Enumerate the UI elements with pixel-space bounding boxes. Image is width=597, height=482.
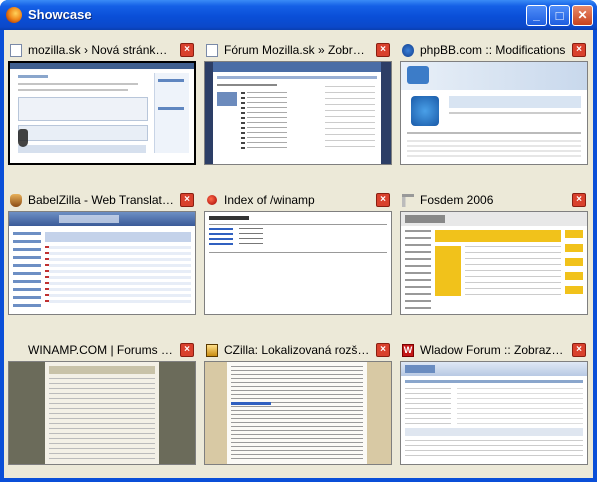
- page-icon: [10, 44, 22, 57]
- page-thumbnail[interactable]: [8, 61, 196, 165]
- page-thumbnail[interactable]: [204, 61, 392, 165]
- tile-fosdem[interactable]: Fosdem 2006 ×: [400, 190, 588, 327]
- tile-header: W Wladow Forum :: Zobraziť ... ×: [400, 340, 588, 360]
- tile-title: CZilla: Lokalizovaná rozšíre...: [224, 343, 370, 357]
- tile-close-button[interactable]: ×: [572, 343, 586, 357]
- tile-close-button[interactable]: ×: [180, 193, 194, 207]
- tile-header: Fórum Mozilla.sk » Zobrazi... ×: [204, 40, 392, 60]
- babelzilla-icon: [10, 194, 22, 207]
- tile-header: Fosdem 2006 ×: [400, 190, 588, 210]
- tile-header: WINAMP.COM | Forums - ... ×: [8, 340, 196, 360]
- tile-header: Index of /winamp ×: [204, 190, 392, 210]
- wladow-icon: W: [402, 344, 414, 357]
- tile-close-button[interactable]: ×: [376, 193, 390, 207]
- showcase-window: Showcase _ □ ✕ mozilla.sk › Nová stránka…: [0, 0, 597, 482]
- title-bar[interactable]: Showcase _ □ ✕: [0, 0, 597, 30]
- czilla-icon: [206, 344, 218, 357]
- page-thumbnail[interactable]: [8, 211, 196, 315]
- tile-header: CZilla: Lokalizovaná rozšíre... ×: [204, 340, 392, 360]
- fosdem-icon: [402, 194, 414, 207]
- tile-title: WINAMP.COM | Forums - ...: [28, 343, 174, 357]
- page-thumbnail[interactable]: [8, 361, 196, 465]
- tile-wladow-forum[interactable]: W Wladow Forum :: Zobraziť ... ×: [400, 340, 588, 477]
- hand-cursor-icon: [18, 129, 28, 147]
- tile-title: BabelZilla - Web Translatio...: [28, 193, 174, 207]
- tile-mozilla-sk[interactable]: mozilla.sk › Nová stránka ... ×: [8, 40, 196, 177]
- page-thumbnail[interactable]: [400, 211, 588, 315]
- window-title: Showcase: [28, 7, 92, 22]
- tile-close-button[interactable]: ×: [180, 43, 194, 57]
- tile-babelzilla[interactable]: BabelZilla - Web Translatio... ×: [8, 190, 196, 327]
- page-thumbnail[interactable]: [204, 361, 392, 465]
- tile-close-button[interactable]: ×: [376, 343, 390, 357]
- tile-phpbb[interactable]: phpBB.com :: Modifications ×: [400, 40, 588, 177]
- tile-title: Fórum Mozilla.sk » Zobrazi...: [224, 43, 370, 57]
- page-thumbnail[interactable]: [204, 211, 392, 315]
- showcase-grid: mozilla.sk › Nová stránka ... × Fórum Mo…: [4, 30, 593, 478]
- red-dot-icon: [207, 195, 217, 205]
- tile-index-winamp[interactable]: Index of /winamp ×: [204, 190, 392, 327]
- tile-title: Fosdem 2006: [420, 193, 494, 207]
- tile-header: mozilla.sk › Nová stránka ... ×: [8, 40, 196, 60]
- phpbb-icon: [402, 44, 414, 57]
- minimize-button[interactable]: _: [526, 5, 547, 26]
- tile-title: Wladow Forum :: Zobraziť ...: [420, 343, 566, 357]
- tile-close-button[interactable]: ×: [572, 193, 586, 207]
- tile-title: Index of /winamp: [224, 193, 315, 207]
- page-icon: [206, 44, 218, 57]
- tile-close-button[interactable]: ×: [376, 43, 390, 57]
- page-thumbnail[interactable]: [400, 61, 588, 165]
- firefox-icon: [6, 7, 22, 23]
- page-thumbnail[interactable]: [400, 361, 588, 465]
- tile-close-button[interactable]: ×: [572, 43, 586, 57]
- tile-header: phpBB.com :: Modifications ×: [400, 40, 588, 60]
- tile-winamp-forums[interactable]: WINAMP.COM | Forums - ... ×: [8, 340, 196, 477]
- close-button[interactable]: ✕: [572, 5, 593, 26]
- tile-header: BabelZilla - Web Translatio... ×: [8, 190, 196, 210]
- maximize-button[interactable]: □: [549, 5, 570, 26]
- tile-title: mozilla.sk › Nová stránka ...: [28, 43, 174, 57]
- tile-close-button[interactable]: ×: [180, 343, 194, 357]
- tile-forum-mozilla-sk[interactable]: Fórum Mozilla.sk » Zobrazi... ×: [204, 40, 392, 177]
- tile-czilla[interactable]: CZilla: Lokalizovaná rozšíre... ×: [204, 340, 392, 477]
- tile-title: phpBB.com :: Modifications: [420, 43, 566, 57]
